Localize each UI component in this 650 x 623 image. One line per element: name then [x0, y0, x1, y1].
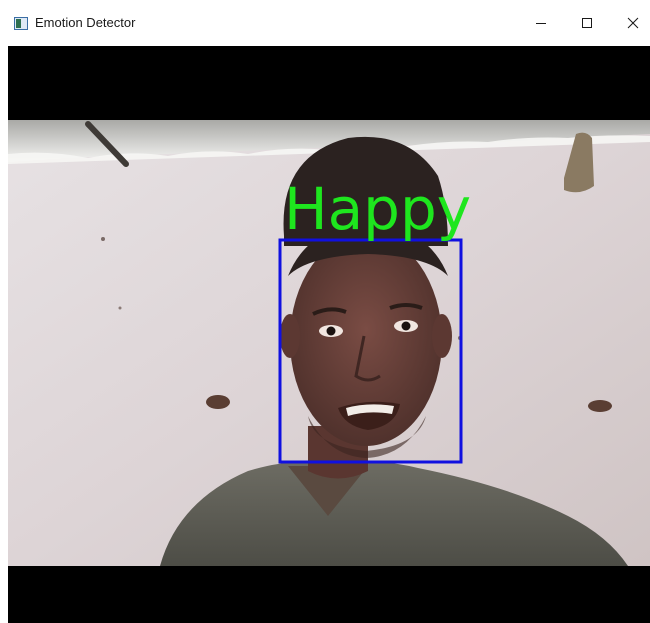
- minimize-button[interactable]: [518, 0, 564, 46]
- emotion-label: Happy: [284, 175, 472, 243]
- maximize-icon: [582, 18, 592, 28]
- close-icon: [627, 17, 639, 29]
- minimize-icon: [536, 23, 546, 24]
- close-button[interactable]: [610, 0, 650, 46]
- camera-frame: [8, 120, 650, 566]
- video-display: Happy: [8, 46, 650, 623]
- app-window-icon: [14, 17, 28, 30]
- title-bar[interactable]: Emotion Detector: [0, 0, 650, 46]
- maximize-button[interactable]: [564, 0, 610, 46]
- window-title: Emotion Detector: [35, 15, 136, 30]
